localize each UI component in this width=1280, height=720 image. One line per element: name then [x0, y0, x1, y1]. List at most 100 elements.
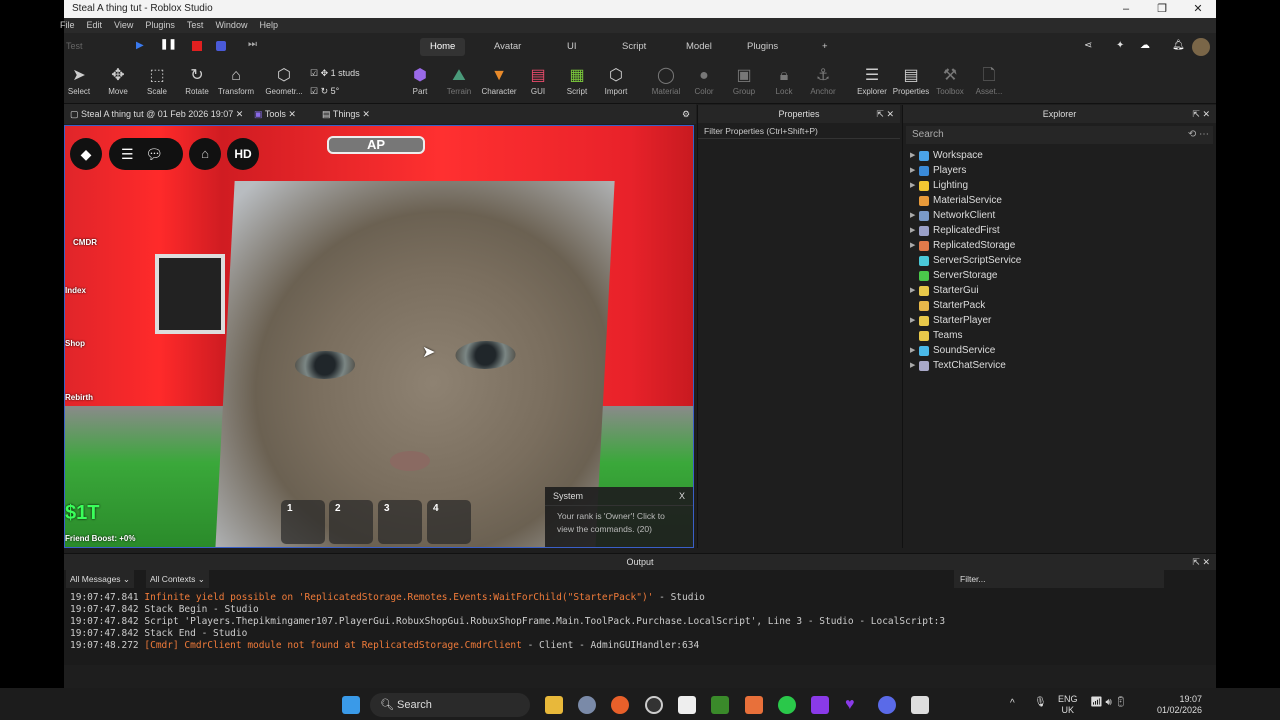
cloud-icon[interactable]: ☁ [1140, 40, 1150, 51]
tab-avatar[interactable]: Avatar [484, 38, 531, 56]
close-button[interactable]: ✕ [1180, 0, 1216, 18]
discord-icon[interactable] [878, 696, 896, 714]
explorer-item[interactable]: ▶ ReplicatedFirst [903, 223, 1216, 238]
file-explorer-icon[interactable] [545, 696, 563, 714]
toolbox-toggle[interactable]: ⚒ Toolbox [928, 65, 972, 96]
microphone-icon[interactable]: 🎙︎ [1034, 697, 1047, 708]
explorer-toggle[interactable]: ☰ Explorer [850, 65, 894, 96]
explorer-item[interactable]: Teams [903, 328, 1216, 343]
side-cmdr-button[interactable]: CMDR [73, 238, 97, 247]
menu-edit[interactable]: Edit [87, 18, 103, 33]
part-tool[interactable]: ⬢ Part [398, 65, 442, 96]
settings-gear-icon[interactable]: ⚙ [676, 104, 696, 124]
menu-plugins[interactable]: Plugins [145, 18, 175, 33]
expand-arrow-icon[interactable]: ▶ [910, 283, 915, 298]
minimize-button[interactable]: – [1108, 0, 1144, 18]
game-viewport[interactable]: ◆ ☰ 💬︎ ⌂ HD AP CMDR Index Shop Rebirth $… [64, 125, 694, 548]
expand-arrow-icon[interactable]: ▶ [910, 358, 915, 373]
roblox-studio-icon[interactable] [911, 696, 929, 714]
lock-tool[interactable]: 🔒︎ Lock [762, 65, 806, 96]
expand-arrow-icon[interactable]: ▶ [910, 343, 915, 358]
anchor-tool[interactable]: ⚓︎ Anchor [801, 65, 845, 96]
language-indicator[interactable]: ENG UK [1058, 694, 1078, 716]
move-snap[interactable]: ☑ ✥ 1 studs [310, 68, 360, 79]
expand-arrow-icon[interactable]: ▶ [910, 313, 915, 328]
obs-icon[interactable] [645, 696, 663, 714]
move-tool[interactable]: ✥ Move [96, 65, 140, 96]
menu-test[interactable]: Test [187, 18, 204, 33]
clock[interactable]: 19:07 01/02/2026 [1150, 694, 1202, 716]
expand-arrow-icon[interactable]: ▶ [910, 178, 915, 193]
tab-plugins[interactable]: Plugins [737, 38, 788, 56]
avatar[interactable] [1192, 38, 1210, 56]
menu-window[interactable]: Window [215, 18, 247, 33]
explorer-item[interactable]: ▶ Workspace [903, 148, 1216, 163]
system-notification[interactable]: System X Your rank is 'Owner'! Click to v… [545, 487, 693, 547]
taskbar-search[interactable]: 🔍︎ Search [370, 693, 530, 717]
share-icon[interactable]: ⋖ [1084, 40, 1092, 51]
stop-icon[interactable] [192, 41, 202, 51]
side-rebirth-button[interactable]: Rebirth [65, 393, 93, 402]
menu-help[interactable]: Help [259, 18, 278, 33]
hotbar-slot-2[interactable]: 2 [329, 500, 373, 544]
terrain-tool[interactable]: ⛰ Terrain [437, 65, 481, 96]
import-tool[interactable]: ⬡ Import [594, 65, 638, 96]
whatsapp-icon[interactable] [778, 696, 796, 714]
properties-close[interactable]: ⇱ ✕ [876, 105, 894, 123]
doc-tab-tools[interactable]: ▣ Tools ✕ [248, 104, 302, 124]
tab-home[interactable]: Home [420, 38, 466, 56]
roblox-menu-icon[interactable]: ◆ [70, 138, 102, 170]
client-server-icon[interactable] [216, 41, 226, 51]
expand-arrow-icon[interactable]: ▶ [910, 208, 915, 223]
pause-icon[interactable]: ❚❚ [160, 39, 177, 50]
menu-chat-group[interactable]: ☰ 💬︎ [109, 138, 183, 170]
explorer-item[interactable]: ▶ Players [903, 163, 1216, 178]
select-tool[interactable]: ➤ Select [57, 65, 101, 96]
explorer-item[interactable]: ▶ StarterGui [903, 283, 1216, 298]
doc-tab-place[interactable]: ▢ Steal A thing tut @ 01 Feb 2026 19:07 … [64, 104, 249, 124]
script-tool[interactable]: ▦ Script [555, 65, 599, 96]
rotate-snap[interactable]: ☑ ↻ 5° [310, 86, 339, 97]
asset-manager-toggle[interactable]: 🗋︎ Asset... [967, 65, 1011, 96]
group-tool[interactable]: ▣ Group [722, 65, 766, 96]
clipchamp-icon[interactable] [811, 696, 829, 714]
properties-toggle[interactable]: ▤ Properties [889, 65, 933, 96]
explorer-item[interactable]: ServerStorage [903, 268, 1216, 283]
menu-file[interactable]: File [60, 18, 75, 33]
context-filter-select[interactable]: All Contexts ⌄ [146, 570, 209, 588]
tab-script[interactable]: Script [612, 38, 656, 56]
doc-tab-things[interactable]: ▤ Things ✕ [316, 104, 376, 124]
expand-arrow-icon[interactable]: ▶ [910, 223, 915, 238]
explorer-item[interactable]: ServerScriptService [903, 253, 1216, 268]
store-icon[interactable] [678, 696, 696, 714]
output-filter-input[interactable]: Filter... [954, 570, 1164, 588]
hotbar-slot-4[interactable]: 4 [427, 500, 471, 544]
step-icon[interactable]: ⏭ [248, 39, 257, 50]
settings-icon[interactable] [578, 696, 596, 714]
side-index-button[interactable]: Index [65, 286, 86, 295]
hotbar-slot-1[interactable]: 1 [281, 500, 325, 544]
explorer-close[interactable]: ⇱ ✕ [1192, 105, 1210, 123]
backpack-icon[interactable]: ⌂ [189, 138, 221, 170]
transform-tool[interactable]: ⌂ Transform [214, 65, 258, 96]
geometry-tool[interactable]: ⬡ Geometr... [262, 65, 306, 96]
firefox-icon[interactable] [611, 696, 629, 714]
maximize-button[interactable]: ❐ [1144, 0, 1180, 18]
expand-arrow-icon[interactable]: ▶ [910, 163, 915, 178]
character-tool[interactable]: ▼ Character [477, 65, 521, 96]
minecraft-icon[interactable] [711, 696, 729, 714]
more-icon[interactable]: ⟲ ⋯ [1188, 126, 1209, 144]
gui-tool[interactable]: ▤ GUI [516, 65, 560, 96]
side-shop-button[interactable]: Shop [65, 339, 85, 348]
filter-properties-input[interactable]: Filter Properties (Ctrl+Shift+P) [698, 123, 900, 139]
tray-chevron-icon[interactable]: ^ [1010, 698, 1015, 709]
explorer-item[interactable]: ▶ TextChatService [903, 358, 1216, 373]
heart-app-icon[interactable]: ♥ [845, 696, 863, 714]
explorer-item[interactable]: ▶ Lighting [903, 178, 1216, 193]
output-close[interactable]: ⇱ ✕ [1192, 554, 1210, 570]
explorer-item[interactable]: ▶ NetworkClient [903, 208, 1216, 223]
add-tab-button[interactable]: + [812, 38, 838, 56]
color-tool[interactable]: ● Color [682, 65, 726, 96]
expand-arrow-icon[interactable]: ▶ [910, 148, 915, 163]
app-icon[interactable] [745, 696, 763, 714]
